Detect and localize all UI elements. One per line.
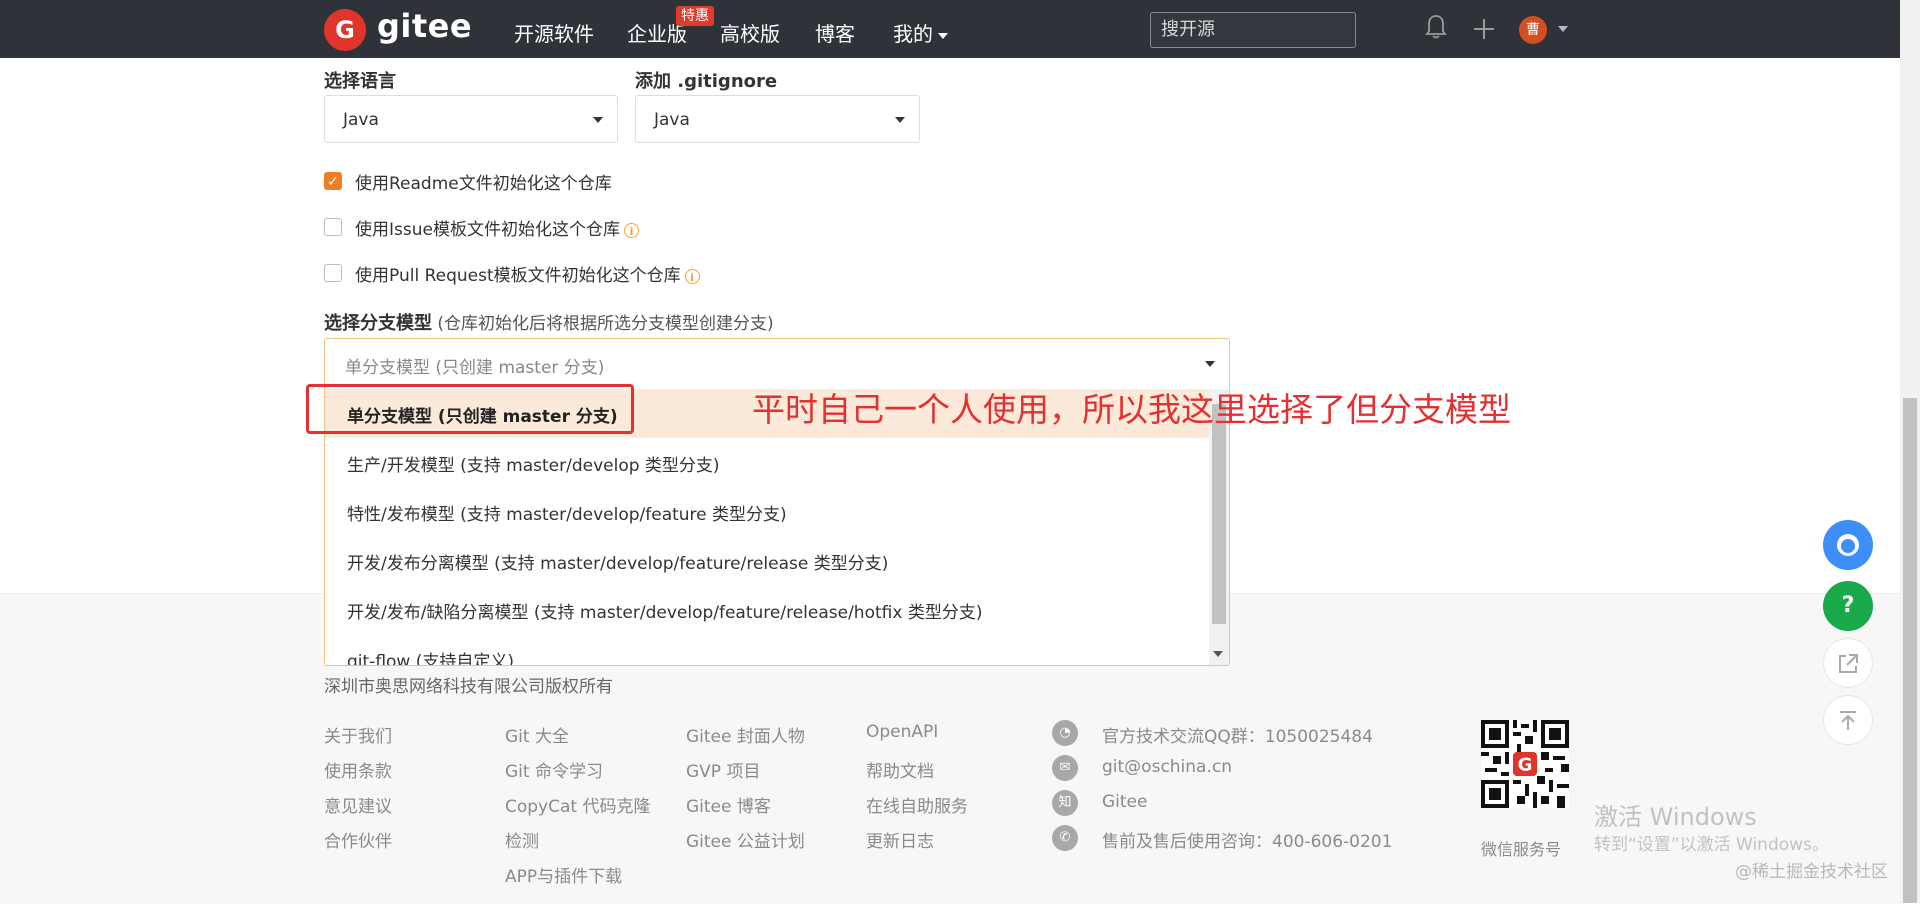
- gitignore-select[interactable]: Java: [635, 95, 920, 143]
- plus-icon[interactable]: [1473, 18, 1495, 40]
- footer-link-about[interactable]: 关于我们: [324, 722, 392, 747]
- issue-template-label: 使用Issue模板文件初始化这个仓库: [355, 220, 620, 240]
- language-label: 选择语言: [324, 71, 396, 92]
- wechat-qr-code: G: [1481, 720, 1569, 808]
- branch-option-prod-dev[interactable]: 生产/开发模型 (支持 master/develop 类型分支): [347, 451, 720, 476]
- branch-model-selected[interactable]: 单分支模型 (只创建 master 分支): [345, 353, 604, 378]
- scroll-down-arrow-icon[interactable]: [1213, 651, 1223, 657]
- gitignore-value: Java: [654, 110, 690, 130]
- phone-icon: ✆: [1052, 825, 1078, 851]
- footer-qq-group[interactable]: 官方技术交流QQ群：1050025484: [1102, 722, 1373, 747]
- pr-template-checkbox[interactable]: [324, 264, 342, 282]
- footer-link-openapi[interactable]: OpenAPI: [866, 722, 938, 742]
- nav-mine[interactable]: 我的: [893, 18, 948, 47]
- chevron-down-icon[interactable]: [1558, 26, 1568, 32]
- branch-model-label: 选择分支模型: [324, 313, 432, 334]
- nav-open-source[interactable]: 开源软件: [514, 18, 594, 47]
- chevron-down-icon: [938, 32, 948, 39]
- footer-zhihu[interactable]: Gitee: [1102, 792, 1147, 812]
- footer-link-copycat[interactable]: CopyCat 代码克隆: [505, 792, 650, 817]
- branch-option-feature-release[interactable]: 特性/发布模型 (支持 master/develop/feature 类型分支): [347, 500, 787, 525]
- readme-checkbox[interactable]: ✓: [324, 172, 342, 190]
- footer-link-help-docs[interactable]: 帮助文档: [866, 757, 934, 782]
- readme-checkbox-label: 使用Readme文件初始化这个仓库: [355, 174, 612, 194]
- footer-link-charity[interactable]: Gitee 公益计划: [686, 827, 805, 852]
- share-icon[interactable]: [1823, 638, 1873, 688]
- info-icon[interactable]: i: [684, 268, 700, 284]
- mail-icon: ✉: [1052, 755, 1078, 781]
- footer-email[interactable]: git@oschina.cn: [1102, 757, 1232, 777]
- page-scrollbar-thumb[interactable]: [1903, 398, 1917, 903]
- footer-link-gvp[interactable]: GVP 项目: [686, 757, 760, 782]
- dropdown-scrollbar-thumb[interactable]: [1212, 404, 1226, 624]
- branch-option-git-flow[interactable]: git-flow (支持自定义): [347, 647, 514, 665]
- gitignore-label: 添加 .gitignore: [635, 71, 778, 92]
- chat-assistant-icon[interactable]: [1823, 520, 1873, 570]
- footer-link-gitee-blog[interactable]: Gitee 博客: [686, 792, 771, 817]
- annotation-highlight-box: [306, 384, 634, 434]
- footer-link-cover-people[interactable]: Gitee 封面人物: [686, 722, 805, 747]
- footer-link-changelog[interactable]: 更新日志: [866, 827, 934, 852]
- chevron-down-icon: [593, 117, 603, 123]
- language-value: Java: [343, 110, 379, 130]
- brand-name[interactable]: gitee: [377, 7, 472, 45]
- svg-text:G: G: [1518, 754, 1533, 775]
- branch-option-hotfix-split[interactable]: 开发/发布/缺陷分离模型 (支持 master/develop/feature/…: [347, 598, 982, 623]
- footer-copyright: 深圳市奥思网络科技有限公司版权所有: [324, 677, 613, 697]
- footer-link-self-service[interactable]: 在线自助服务: [866, 792, 968, 817]
- nav-mine-label: 我的: [893, 22, 933, 46]
- gitee-logo-icon[interactable]: G: [324, 9, 366, 51]
- footer-phone: 售前及售后使用咨询：400-606-0201: [1102, 832, 1393, 852]
- issue-template-label-wrap: 使用Issue模板文件初始化这个仓库 i: [355, 215, 639, 240]
- footer-link-app-plugins[interactable]: APP与插件下载: [505, 862, 622, 887]
- branch-option-dev-release-split[interactable]: 开发/发布分离模型 (支持 master/develop/feature/rel…: [347, 549, 888, 574]
- top-nav: G gitee 开源软件 企业版 特惠 高校版 博客 我的 搜开源 曹: [0, 0, 1900, 58]
- windows-activation-title: 激活 Windows: [1594, 803, 1757, 831]
- help-button[interactable]: ?: [1823, 581, 1873, 631]
- footer-link-feedback[interactable]: 意见建议: [324, 792, 392, 817]
- promo-badge: 特惠: [676, 6, 714, 26]
- footer-link-git-guide[interactable]: Git 大全: [505, 722, 569, 747]
- watermark: @稀土掘金技术社区: [1735, 862, 1888, 882]
- nav-blog[interactable]: 博客: [815, 18, 855, 47]
- branch-model-hint: (仓库初始化后将根据所选分支模型创建分支): [437, 314, 774, 334]
- footer-link-terms[interactable]: 使用条款: [324, 757, 392, 782]
- footer-link-detect[interactable]: 检测: [505, 827, 539, 852]
- qr-label: 微信服务号: [1481, 840, 1562, 859]
- branch-model-title: 选择分支模型 (仓库初始化后将根据所选分支模型创建分支): [324, 309, 774, 335]
- pr-template-label: 使用Pull Request模板文件初始化这个仓库: [355, 266, 681, 286]
- chevron-down-icon[interactable]: [1205, 361, 1215, 367]
- qq-icon: ◔: [1052, 720, 1078, 746]
- footer-link-git-commands[interactable]: Git 命令学习: [505, 757, 603, 782]
- search-input[interactable]: 搜开源: [1150, 12, 1356, 48]
- annotation-text: 平时自己一个人使用，所以我这里选择了但分支模型: [752, 390, 1511, 429]
- language-select[interactable]: Java: [324, 95, 618, 143]
- footer-link-partners[interactable]: 合作伙伴: [324, 827, 392, 852]
- pr-template-label-wrap: 使用Pull Request模板文件初始化这个仓库 i: [355, 261, 700, 286]
- issue-template-checkbox[interactable]: [324, 218, 342, 236]
- zhihu-icon: 知: [1052, 790, 1078, 816]
- info-icon[interactable]: i: [623, 222, 639, 238]
- windows-activation-hint: 转到“设置”以激活 Windows。: [1594, 835, 1829, 855]
- chevron-down-icon: [895, 117, 905, 123]
- bell-icon[interactable]: [1425, 14, 1447, 40]
- back-to-top-icon[interactable]: [1823, 695, 1873, 745]
- nav-education[interactable]: 高校版: [720, 18, 780, 47]
- avatar[interactable]: 曹: [1519, 16, 1547, 44]
